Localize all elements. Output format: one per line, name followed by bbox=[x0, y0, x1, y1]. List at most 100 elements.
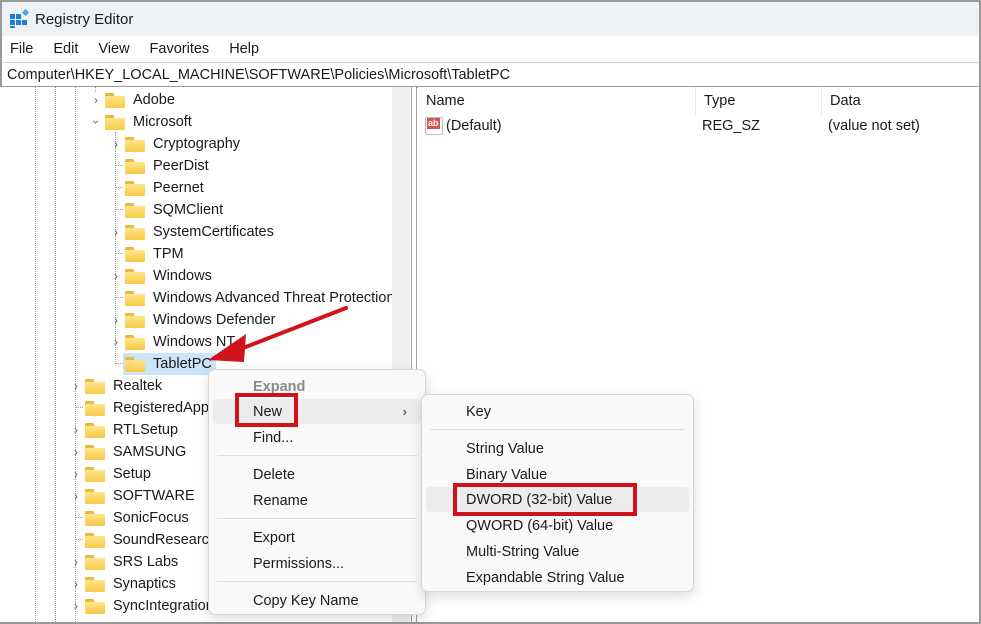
tree-item-syncintegration[interactable]: › SyncIntegration bbox=[70, 595, 216, 617]
tree-item-samsung[interactable]: › SAMSUNG bbox=[70, 441, 188, 463]
registry-editor-icon bbox=[10, 8, 30, 28]
chevron-right-icon[interactable]: › bbox=[70, 595, 82, 617]
column-header-data[interactable]: Data bbox=[822, 87, 979, 115]
chevron-right-icon[interactable]: › bbox=[90, 89, 102, 111]
address-path[interactable]: Computer\HKEY_LOCAL_MACHINE\SOFTWARE\Pol… bbox=[7, 67, 510, 83]
tree-item-peerdist[interactable]: PeerDist bbox=[125, 155, 211, 177]
folder-icon bbox=[85, 422, 105, 438]
address-bar[interactable]: Computer\HKEY_LOCAL_MACHINE\SOFTWARE\Pol… bbox=[2, 62, 979, 88]
menu-item-string-value[interactable]: String Value bbox=[426, 436, 689, 461]
folder-icon bbox=[125, 180, 145, 196]
tree-item-windows[interactable]: › Windows bbox=[110, 265, 214, 287]
value-name: (Default) bbox=[446, 118, 502, 134]
folder-icon bbox=[85, 554, 105, 570]
string-value-icon: ab bbox=[425, 117, 443, 135]
tree-item-synaptics[interactable]: › Synaptics bbox=[70, 573, 178, 595]
folder-icon bbox=[85, 576, 105, 592]
menu-separator bbox=[217, 518, 417, 519]
folder-icon bbox=[85, 444, 105, 460]
folder-icon bbox=[85, 532, 105, 548]
column-header-type[interactable]: Type bbox=[696, 87, 822, 115]
chevron-right-icon[interactable]: › bbox=[70, 441, 82, 463]
chevron-right-icon[interactable]: › bbox=[70, 375, 82, 397]
tree-item-microsoft[interactable]: › Microsoft bbox=[89, 111, 194, 133]
tree-item-windows-atp[interactable]: Windows Advanced Threat Protection bbox=[125, 287, 397, 309]
tree-item-setup[interactable]: › Setup bbox=[70, 463, 153, 485]
chevron-right-icon[interactable]: › bbox=[110, 309, 122, 331]
menu-item-permissions[interactable]: Permissions... bbox=[213, 551, 421, 576]
highlight-dword bbox=[453, 483, 637, 516]
folder-icon bbox=[125, 356, 145, 372]
folder-icon bbox=[85, 510, 105, 526]
tree-item-tpm[interactable]: TPM bbox=[125, 243, 186, 265]
folder-icon bbox=[125, 246, 145, 262]
tree-item-rtlsetup[interactable]: › RTLSetup bbox=[70, 419, 180, 441]
menu-item-multi-string-value[interactable]: Multi-String Value bbox=[426, 539, 689, 564]
menu-item-export[interactable]: Export bbox=[213, 525, 421, 550]
folder-icon bbox=[125, 268, 145, 284]
tree-item-adobe[interactable]: › Adobe bbox=[90, 89, 177, 111]
folder-icon bbox=[125, 312, 145, 328]
chevron-right-icon[interactable]: › bbox=[70, 485, 82, 507]
chevron-right-icon[interactable]: › bbox=[110, 133, 122, 155]
folder-icon bbox=[85, 378, 105, 394]
tree-item-windows-nt[interactable]: › Windows NT bbox=[110, 331, 237, 353]
chevron-right-icon[interactable]: › bbox=[110, 265, 122, 287]
menu-edit[interactable]: Edit bbox=[45, 41, 85, 57]
highlight-new bbox=[235, 393, 298, 427]
folder-icon bbox=[125, 290, 145, 306]
folder-icon bbox=[105, 92, 125, 108]
title-bar: Registry Editor bbox=[2, 2, 979, 36]
tree-item-sonicfocus[interactable]: SonicFocus bbox=[85, 507, 191, 529]
tree-guide-line bbox=[55, 87, 56, 622]
menu-help[interactable]: Help bbox=[221, 41, 266, 57]
tree-item-tabletpc[interactable]: TabletPC bbox=[123, 353, 216, 375]
chevron-right-icon[interactable]: › bbox=[110, 331, 122, 353]
tree-guide-line bbox=[75, 87, 76, 622]
column-header-name[interactable]: Name bbox=[418, 87, 696, 115]
menu-bar: File Edit View Favorites Help bbox=[2, 36, 979, 62]
menu-view[interactable]: View bbox=[90, 41, 136, 57]
value-row-default[interactable]: ab (Default) REG_SZ (value not set) bbox=[418, 115, 979, 137]
tree-item-realtek[interactable]: › Realtek bbox=[70, 375, 164, 397]
tree-item-windows-defender[interactable]: › Windows Defender bbox=[110, 309, 278, 331]
folder-icon bbox=[125, 334, 145, 350]
folder-icon bbox=[85, 598, 105, 614]
value-type: REG_SZ bbox=[702, 118, 761, 134]
chevron-right-icon[interactable]: › bbox=[70, 463, 82, 485]
folder-icon bbox=[105, 114, 125, 130]
chevron-right-icon[interactable]: › bbox=[70, 573, 82, 595]
chevron-right-icon[interactable]: › bbox=[110, 221, 122, 243]
tree-item-sqmclient[interactable]: SQMClient bbox=[125, 199, 225, 221]
tree-item-peernet[interactable]: Peernet bbox=[125, 177, 206, 199]
menu-item-expandable-string-value[interactable]: Expandable String Value bbox=[426, 565, 689, 590]
menu-item-key[interactable]: Key bbox=[426, 399, 689, 424]
folder-icon bbox=[125, 158, 145, 174]
folder-icon bbox=[125, 136, 145, 152]
folder-icon bbox=[85, 400, 105, 416]
value-data: (value not set) bbox=[828, 118, 920, 134]
chevron-right-icon[interactable]: › bbox=[70, 551, 82, 573]
window-title: Registry Editor bbox=[35, 10, 134, 28]
tree-guide-line bbox=[35, 87, 36, 622]
tree-item-systemcertificates[interactable]: › SystemCertificates bbox=[110, 221, 276, 243]
folder-icon bbox=[125, 202, 145, 218]
menu-favorites[interactable]: Favorites bbox=[142, 41, 217, 57]
menu-separator bbox=[430, 429, 685, 430]
menu-item-qword-value[interactable]: QWORD (64-bit) Value bbox=[426, 513, 689, 538]
menu-item-copy-key-name[interactable]: Copy Key Name bbox=[213, 588, 421, 613]
tree-item-srs-labs[interactable]: › SRS Labs bbox=[70, 551, 180, 573]
menu-file[interactable]: File bbox=[2, 41, 40, 57]
folder-icon bbox=[125, 224, 145, 240]
chevron-down-icon[interactable]: › bbox=[85, 116, 107, 128]
tree-item-cryptography[interactable]: › Cryptography bbox=[110, 133, 242, 155]
tree-item-software[interactable]: › SOFTWARE bbox=[70, 485, 197, 507]
tree-item-soundresearch[interactable]: SoundResearch bbox=[85, 529, 219, 551]
menu-item-find[interactable]: Find... bbox=[213, 425, 421, 450]
menu-item-rename[interactable]: Rename bbox=[213, 488, 421, 513]
menu-item-delete[interactable]: Delete bbox=[213, 462, 421, 487]
folder-icon bbox=[85, 466, 105, 482]
menu-separator bbox=[217, 581, 417, 582]
menu-separator bbox=[217, 455, 417, 456]
chevron-right-icon[interactable]: › bbox=[70, 419, 82, 441]
